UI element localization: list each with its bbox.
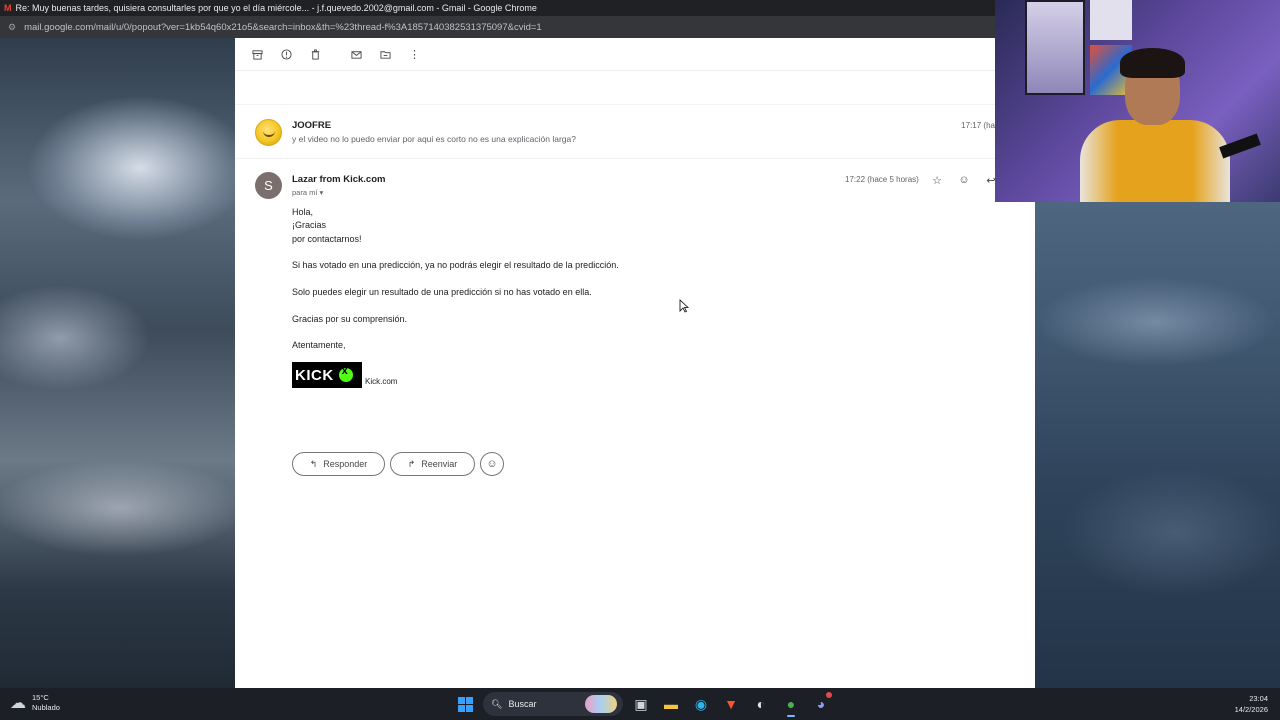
search-highlight-icon [585, 695, 617, 713]
avatar [255, 119, 282, 146]
webcam-overlay [995, 0, 1280, 202]
body-line: Si has votado en una predicción, ya no p… [292, 260, 619, 270]
body-line: Gracias por su comprensión. [292, 314, 408, 324]
gmail-popout: ⋮ JOOFRE y el video no lo puedo enviar p… [235, 38, 1035, 688]
chrome-icon[interactable]: ● [779, 691, 803, 717]
gmail-icon: M [4, 3, 12, 13]
more-icon[interactable]: ⋮ [402, 42, 427, 67]
streamer-body [1080, 120, 1230, 202]
system-clock[interactable]: 23:04 14/2/2026 [1235, 693, 1268, 715]
url-text[interactable]: mail.google.com/mail/u/0/popout?ver=1kb5… [24, 22, 542, 33]
recipient-text: para mí [292, 188, 318, 197]
weather-temp: 15°C [32, 693, 49, 702]
clock-time: 23:04 [1249, 694, 1268, 703]
desktop-wallpaper-right [1035, 202, 1280, 688]
wall-poster [1090, 0, 1132, 40]
avatar: S [255, 172, 282, 199]
desktop-wallpaper-left [0, 38, 235, 688]
reply-arrow-icon: ↰ [309, 458, 318, 469]
taskbar: ☁ 15°C Nublado 🔍︎ Buscar ▣ ▬ ◉ ▼ ◐ ● ◕ 2… [0, 688, 1280, 720]
window-titlebar: M Re: Muy buenas tardes, quisiera consul… [0, 0, 995, 16]
subject-area [235, 71, 1035, 105]
kick-logo-text: KICK [295, 366, 334, 384]
cloud-icon: ☁ [10, 695, 26, 712]
star-icon[interactable]: ☆ [927, 170, 947, 190]
search-label: Buscar [508, 699, 537, 709]
mouse-cursor-icon [679, 299, 689, 313]
sender-name: JOOFRE [292, 120, 332, 131]
forward-label: Reenviar [421, 459, 458, 469]
body-line: Atentamente, [292, 340, 346, 350]
weather-widget[interactable]: ☁ 15°C Nublado [10, 693, 60, 713]
wall-poster [1025, 0, 1085, 95]
forward-arrow-icon: ↱ [407, 458, 416, 469]
microphone [1219, 133, 1261, 159]
body-line: ¡Gracias [292, 220, 327, 230]
report-spam-icon[interactable] [274, 42, 299, 67]
weather-text: 15°C Nublado [32, 693, 60, 713]
window-title: Re: Muy buenas tardes, quisiera consulta… [15, 3, 537, 13]
move-to-icon[interactable] [373, 42, 398, 67]
windows-icon [457, 696, 473, 712]
address-bar[interactable]: ⚙ mail.google.com/mail/u/0/popout?ver=1k… [0, 16, 995, 38]
taskbar-apps: 🔍︎ Buscar ▣ ▬ ◉ ▼ ◐ ● ◕ [453, 691, 833, 717]
recipient-details[interactable]: para mí ▾ [292, 188, 323, 197]
kick-mark-icon [338, 365, 353, 382]
kick-logo[interactable]: KICK [292, 362, 362, 388]
emoji-reaction-icon[interactable]: ☺ [954, 170, 974, 190]
file-explorer-icon[interactable]: ▬ [659, 691, 683, 717]
discord-icon[interactable]: ◕ [809, 691, 833, 717]
forward-button[interactable]: ↱ Reenviar [390, 452, 475, 476]
weather-desc: Nublado [32, 703, 60, 712]
collapsed-message[interactable]: JOOFRE y el video no lo puedo enviar por… [235, 105, 1035, 159]
sender-name[interactable]: Lazar from Kick.com [292, 174, 385, 185]
site-info-icon[interactable]: ⚙ [8, 22, 16, 33]
clock-date: 14/2/2026 [1234, 705, 1268, 714]
reply-button[interactable]: ↰ Responder [292, 452, 385, 476]
emoji-button[interactable]: ☺ [480, 452, 504, 476]
body-line: Hola, [292, 207, 314, 217]
mail-toolbar: ⋮ [235, 38, 1035, 71]
mark-unread-icon[interactable] [344, 42, 369, 67]
body-line: por contactarnos! [292, 234, 362, 244]
chevron-down-icon[interactable]: ▾ [320, 188, 324, 197]
body-line: Solo puedes elegir un resultado de una p… [292, 287, 592, 297]
brave-icon[interactable]: ▼ [719, 691, 743, 717]
search-icon: 🔍︎ [491, 698, 503, 709]
archive-icon[interactable] [245, 42, 270, 67]
message-time: 17:22 (hace 5 horas) [845, 175, 919, 184]
edge-icon[interactable]: ◉ [689, 691, 713, 717]
taskbar-search[interactable]: 🔍︎ Buscar [483, 692, 623, 716]
start-button[interactable] [453, 691, 477, 717]
streamer-hair [1120, 48, 1185, 78]
reply-label: Responder [323, 459, 368, 469]
kick-link[interactable]: Kick.com [365, 377, 397, 386]
task-view-icon[interactable]: ▣ [629, 691, 653, 717]
delete-icon[interactable] [303, 42, 328, 67]
notification-badge [826, 692, 832, 698]
message-snippet: y el video no lo puedo enviar por aqui e… [292, 134, 576, 144]
obs-icon[interactable]: ◐ [749, 691, 773, 717]
